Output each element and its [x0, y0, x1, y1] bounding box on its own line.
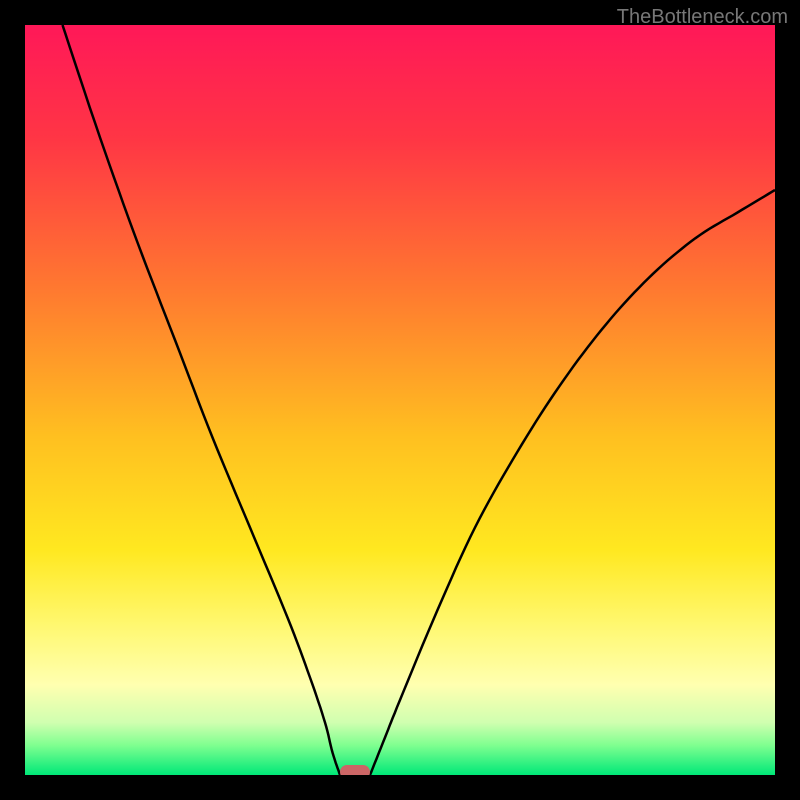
curves-overlay [25, 25, 775, 775]
bottleneck-marker [340, 765, 370, 775]
right-curve-line [370, 190, 775, 775]
watermark-text: TheBottleneck.com [617, 6, 788, 29]
left-curve-line [63, 25, 341, 775]
chart-area [25, 25, 775, 775]
